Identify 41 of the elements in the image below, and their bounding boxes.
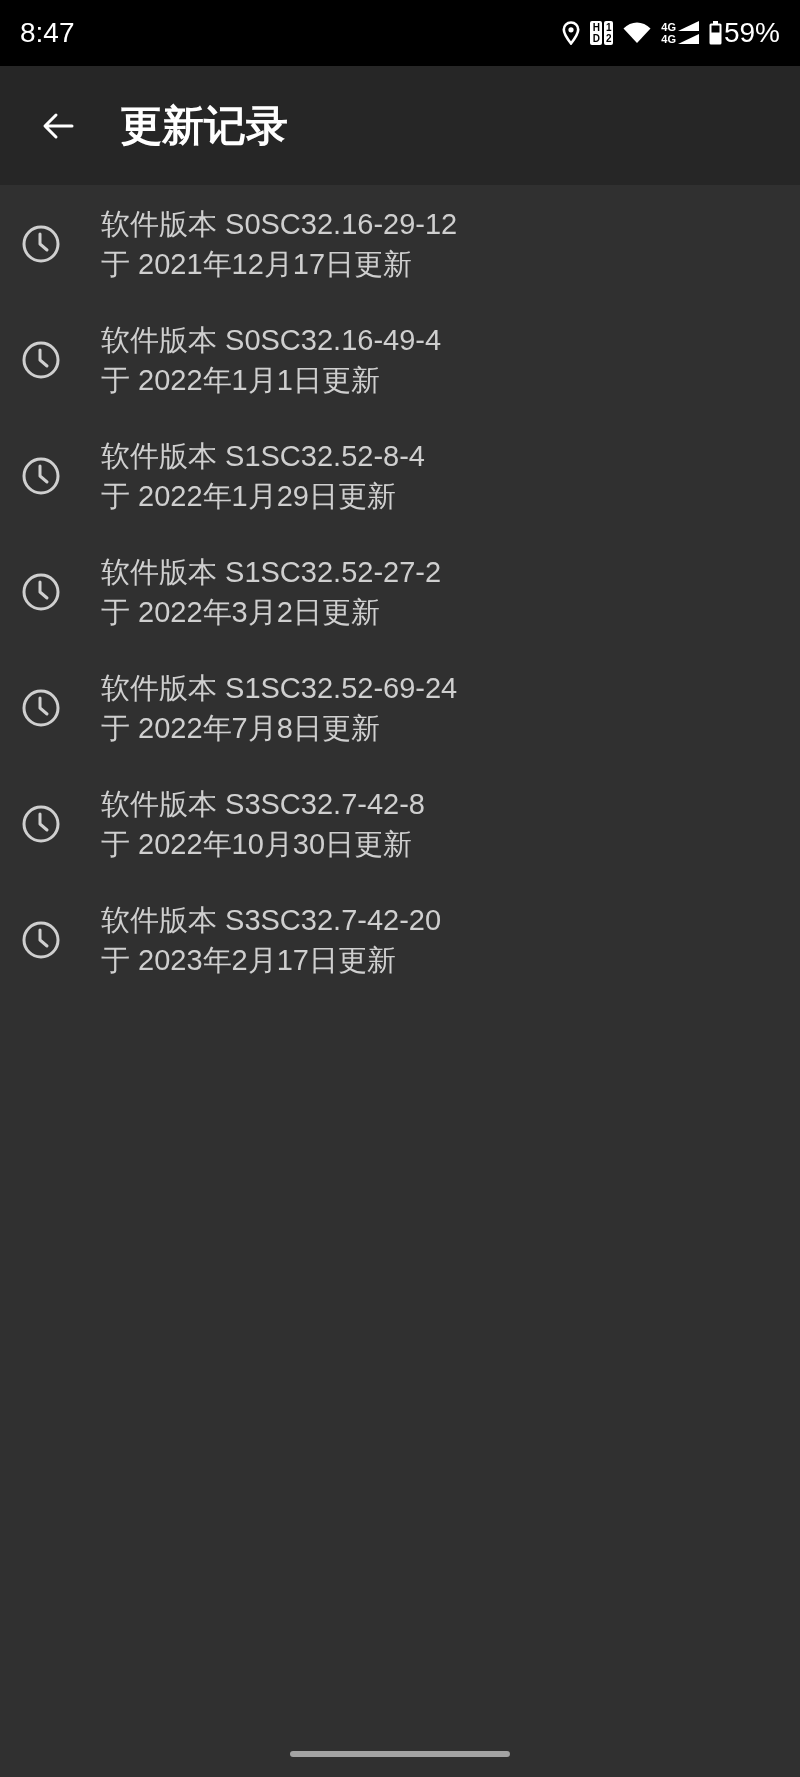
update-date: 于 2022年3月2日更新 — [101, 595, 381, 630]
clock-icon — [22, 805, 60, 843]
update-date: 于 2022年1月1日更新 — [101, 363, 381, 398]
software-version: 软件版本 S1SC32.52-27-2 — [101, 555, 442, 590]
update-record-item[interactable]: 软件版本 S3SC32.7-42-20 于 2023年2月17日更新 — [0, 882, 800, 998]
network-type-label: 4G — [661, 21, 676, 33]
software-version: 软件版本 S3SC32.7-42-20 — [101, 903, 442, 938]
update-date: 于 2022年10月30日更新 — [101, 827, 414, 862]
cellular-signal-icon — [676, 21, 699, 45]
location-pin-icon — [562, 21, 581, 45]
clock-icon — [22, 341, 60, 379]
software-version: 软件版本 S1SC32.52-69-24 — [101, 671, 458, 706]
status-time: 8:47 — [20, 19, 75, 47]
sim-slot-number: 2 — [606, 33, 612, 44]
update-record-item[interactable]: 软件版本 S1SC32.52-69-24 于 2022年7月8日更新 — [0, 650, 800, 766]
software-version: 软件版本 S0SC32.16-29-12 — [101, 207, 458, 242]
clock-icon — [22, 689, 60, 727]
update-record-item[interactable]: 软件版本 S1SC32.52-8-4 于 2022年1月29日更新 — [0, 418, 800, 534]
hd-badge: HD — [590, 21, 603, 45]
update-date: 于 2021年12月17日更新 — [101, 247, 414, 282]
software-version: 软件版本 S1SC32.52-8-4 — [101, 439, 425, 474]
software-version: 软件版本 S0SC32.16-49-4 — [101, 323, 442, 358]
sim-slot-number: 1 — [606, 22, 612, 33]
update-record-item[interactable]: 软件版本 S1SC32.52-27-2 于 2022年3月2日更新 — [0, 534, 800, 650]
clock-icon — [22, 457, 60, 495]
update-record-item[interactable]: 软件版本 S0SC32.16-49-4 于 2022年1月1日更新 — [0, 302, 800, 418]
wifi-icon — [623, 22, 652, 44]
page-title: 更新记录 — [120, 104, 288, 147]
battery-icon — [708, 21, 722, 45]
clock-icon — [22, 921, 60, 959]
battery-percentage: 59% — [723, 19, 780, 47]
software-version: 软件版本 S3SC32.7-42-8 — [101, 787, 425, 822]
update-date: 于 2023年2月17日更新 — [101, 943, 397, 978]
update-record-item[interactable]: 软件版本 S0SC32.16-29-12 于 2021年12月17日更新 — [0, 186, 800, 302]
clock-icon — [22, 573, 60, 611]
update-record-item[interactable]: 软件版本 S3SC32.7-42-8 于 2022年10月30日更新 — [0, 766, 800, 882]
back-arrow-icon — [42, 111, 74, 140]
clock-icon — [22, 225, 60, 263]
update-date: 于 2022年7月8日更新 — [101, 711, 381, 746]
network-type-label: 4G — [661, 33, 676, 45]
update-date: 于 2022年1月29日更新 — [101, 479, 397, 514]
